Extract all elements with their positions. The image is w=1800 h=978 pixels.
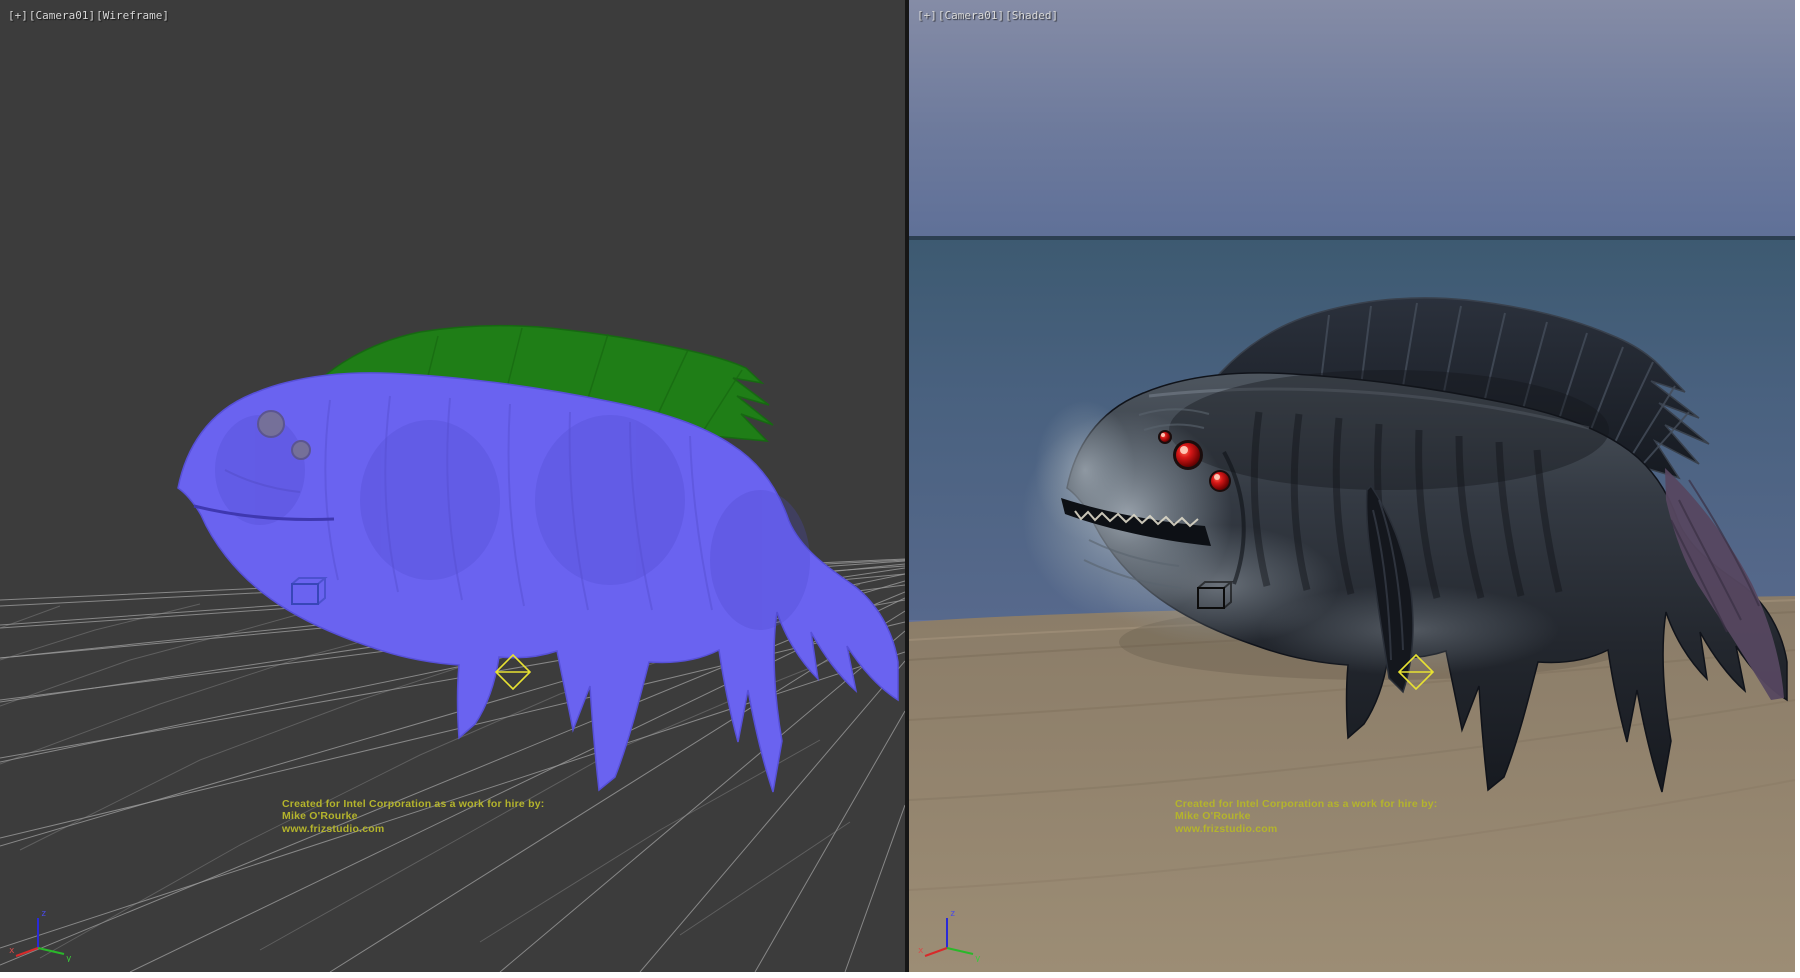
world-axis-gizmo: z x y — [8, 902, 78, 962]
axis-z-label: z — [950, 909, 955, 919]
viewport-label-left: [+][Camera01][Wireframe] — [8, 9, 170, 22]
world-axis-gizmo: z x y — [917, 902, 987, 962]
axis-y-label: y — [975, 954, 981, 962]
viewport-menu-shading[interactable]: [Wireframe] — [96, 9, 169, 22]
shaded-scene-canvas[interactable] — [909, 0, 1795, 972]
red-eye-medium — [1209, 470, 1231, 492]
viewport-shaded[interactable]: [+][Camera01][Shaded] — [909, 0, 1795, 972]
dual-viewport-app: [+][Camera01][Wireframe] — [0, 0, 1800, 978]
viewport-wireframe[interactable]: [+][Camera01][Wireframe] — [0, 0, 905, 972]
viewport-menu-general[interactable]: [+] — [8, 9, 28, 22]
wireframe-scene-canvas[interactable] — [0, 0, 905, 972]
axis-x-label: x — [9, 946, 15, 956]
viewport-menu-general[interactable]: [+] — [917, 9, 937, 22]
red-eye-large — [1173, 440, 1203, 470]
horizon-line — [909, 236, 1795, 240]
axis-z-label: z — [41, 909, 46, 919]
sky — [909, 0, 1795, 240]
viewport-menu-pov[interactable]: [Camera01] — [938, 9, 1004, 22]
axis-y-label: y — [66, 954, 72, 962]
viewport-menu-pov[interactable]: [Camera01] — [29, 9, 95, 22]
viewport-menu-shading[interactable]: [Shaded] — [1005, 9, 1058, 22]
red-eye-small — [1158, 430, 1172, 444]
axis-x-label: x — [918, 946, 924, 956]
viewport-label-right: [+][Camera01][Shaded] — [917, 9, 1059, 22]
